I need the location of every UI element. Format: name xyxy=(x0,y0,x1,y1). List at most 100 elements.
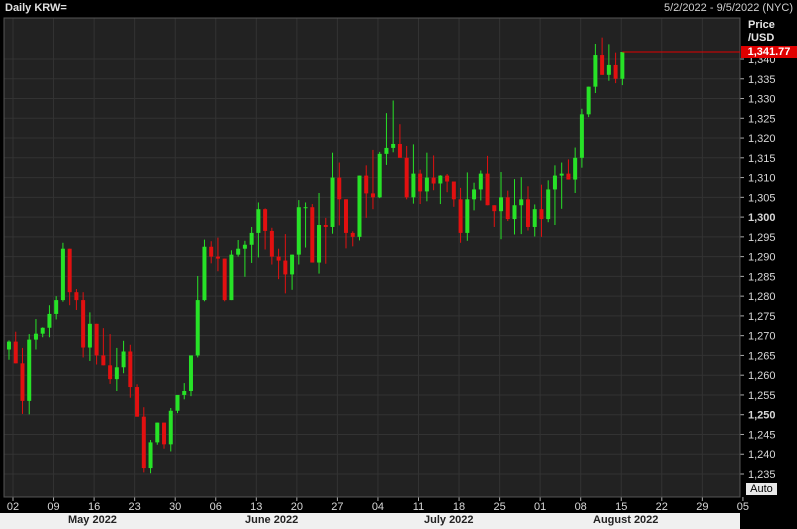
x-tick-label: 13 xyxy=(250,501,262,513)
month-label-june: June 2022 xyxy=(245,514,299,526)
candle-body xyxy=(377,153,382,198)
x-tick-label: 06 xyxy=(210,501,222,513)
candle-body xyxy=(586,86,591,115)
candle-body xyxy=(317,225,322,263)
candle-body xyxy=(27,339,32,401)
candle-body xyxy=(303,207,308,209)
y-tick-label: 1,325 xyxy=(748,113,776,125)
candle-body xyxy=(330,177,335,227)
candle-body xyxy=(290,254,295,275)
candle-body xyxy=(485,173,490,206)
y-tick-label: 1,330 xyxy=(748,94,776,106)
candle-body xyxy=(242,244,247,249)
plot-area xyxy=(4,18,740,497)
candle-body xyxy=(525,199,530,227)
x-tick-label: 18 xyxy=(453,501,465,513)
x-tick-label: 05 xyxy=(737,501,749,513)
candle-body xyxy=(13,341,18,364)
candle-body xyxy=(148,442,153,469)
x-tick-label: 08 xyxy=(575,501,587,513)
candle-body xyxy=(33,333,38,340)
candle-body xyxy=(54,300,59,314)
candle-body xyxy=(512,205,517,220)
y-tick-label: 1,300 xyxy=(748,212,776,224)
candle-body xyxy=(283,260,288,275)
y-tick-label: 1,305 xyxy=(748,192,776,204)
auto-scale-button[interactable]: Auto xyxy=(746,483,777,495)
candle-body xyxy=(114,367,119,380)
candle-body xyxy=(47,313,52,328)
candle-body xyxy=(215,256,220,259)
candle-body xyxy=(60,248,65,301)
candle-body xyxy=(391,143,396,148)
candle-body xyxy=(384,147,389,154)
candle-body xyxy=(74,292,79,301)
candle-body xyxy=(505,197,510,220)
candle-body xyxy=(40,327,45,334)
candle-body xyxy=(296,207,301,255)
y-tick-label: 1,270 xyxy=(748,331,776,343)
candle-body xyxy=(418,173,423,192)
candle-body xyxy=(613,64,618,79)
candle-body xyxy=(182,391,187,395)
x-tick-label: 22 xyxy=(656,501,668,513)
candle-body xyxy=(121,351,126,368)
candle-body xyxy=(175,394,180,411)
x-tick-label: 15 xyxy=(615,501,627,513)
x-tick-label: 02 xyxy=(7,501,19,513)
y-tick-label: 1,315 xyxy=(748,153,776,165)
candle-body xyxy=(539,209,544,220)
candle-body xyxy=(168,410,173,445)
candle-body xyxy=(579,114,584,158)
x-tick-label: 01 xyxy=(534,501,546,513)
price-axis-label: Price xyxy=(748,19,775,31)
candle-body xyxy=(20,363,25,401)
x-tick-label: 23 xyxy=(129,501,141,513)
candle-body xyxy=(249,232,254,245)
y-tick-label: 1,235 xyxy=(748,469,776,481)
y-tick-label: 1,320 xyxy=(748,133,776,145)
candle-body xyxy=(128,351,133,388)
candle-body xyxy=(364,175,369,194)
y-tick-label: 1,255 xyxy=(748,390,776,402)
candle-body xyxy=(141,416,146,469)
candle-body xyxy=(209,246,214,257)
candle-body xyxy=(424,177,429,192)
candle-body xyxy=(81,300,86,348)
candlestick-chart[interactable]: 1,235 1,240 1,245 1,250 1,255 1,260 1,265 1,270… xyxy=(0,0,797,529)
candle-body xyxy=(108,365,113,380)
candle-body xyxy=(411,173,416,198)
candle-body xyxy=(438,175,443,184)
candle-body xyxy=(519,199,524,206)
candle-body xyxy=(256,209,261,233)
candle-body xyxy=(546,189,551,220)
candle-body xyxy=(573,157,578,180)
y-tick-label: 1,335 xyxy=(748,74,776,86)
candle-body xyxy=(492,205,497,212)
candle-body xyxy=(67,248,72,293)
candle-body xyxy=(229,254,234,301)
candle-body xyxy=(370,193,375,198)
month-label-august: August 2022 xyxy=(593,514,659,526)
candle-body xyxy=(559,173,564,176)
y-tick-label: 1,310 xyxy=(748,173,776,185)
last-price-badge: 1,341.77 xyxy=(741,46,797,58)
candle-body xyxy=(155,422,160,443)
candle-body xyxy=(276,256,281,261)
candle-body xyxy=(269,230,274,257)
candle-body xyxy=(323,225,328,227)
y-tick-label: 1,285 xyxy=(748,271,776,283)
candle-body xyxy=(101,355,106,366)
candle-body xyxy=(532,209,537,227)
candle-body xyxy=(566,173,571,180)
candle-body xyxy=(397,143,402,158)
month-label-july: July 2022 xyxy=(424,514,474,526)
x-tick-label: 29 xyxy=(696,501,708,513)
price-axis-unit: /USD xyxy=(748,32,775,44)
candle-body xyxy=(606,64,611,75)
candle-body xyxy=(357,175,362,237)
candle-body xyxy=(451,181,456,200)
candle-body xyxy=(344,199,348,233)
candle-body xyxy=(552,175,557,190)
candle-body xyxy=(431,177,436,184)
